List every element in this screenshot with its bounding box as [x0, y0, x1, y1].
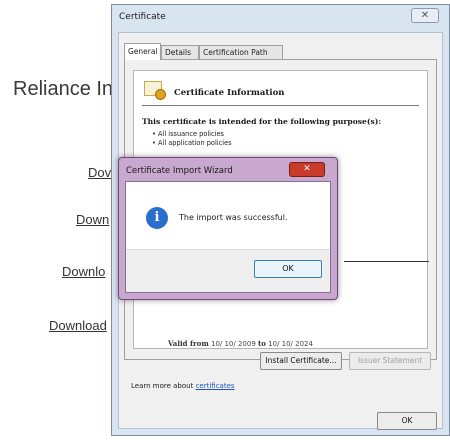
divider [142, 105, 419, 106]
import-wizard-dialog: Certificate Import Wizard ✕ i The import… [118, 157, 338, 300]
info-heading: Certificate Information [174, 88, 285, 98]
purpose-item: • All issuance policies [152, 130, 224, 138]
tab-details[interactable]: Details [161, 45, 199, 59]
learn-more-prefix: Learn more about [131, 382, 196, 390]
certificate-titlebar[interactable]: Certificate ✕ [112, 5, 449, 31]
download-link-4[interactable]: Download [49, 318, 107, 333]
issuer-statement-button[interactable]: Issuer Statement [349, 352, 431, 370]
wizard-ok-button[interactable]: OK [254, 260, 322, 278]
certificate-ok-button[interactable]: OK [377, 412, 437, 430]
wizard-footer: OK [126, 249, 330, 292]
download-link-3[interactable]: Downlo [62, 264, 105, 279]
close-icon[interactable]: ✕ [411, 8, 439, 23]
certificates-link[interactable]: certificates [196, 382, 235, 390]
purpose-heading: This certificate is intended for the fol… [142, 117, 382, 126]
success-message: The import was successful. [179, 213, 288, 222]
page-heading: Reliance In [13, 78, 114, 100]
info-icon: i [146, 207, 168, 229]
wizard-title: Certificate Import Wizard [126, 166, 233, 176]
divider [344, 261, 429, 262]
close-icon[interactable]: ✕ [289, 162, 325, 177]
install-certificate-button[interactable]: Install Certificate... [260, 352, 342, 370]
certificate-icon [144, 81, 166, 100]
tab-general[interactable]: General [124, 43, 161, 60]
tab-certification-path[interactable]: Certification Path [199, 45, 283, 59]
wizard-content: i The import was successful. OK [125, 181, 331, 293]
download-link-2[interactable]: Down [76, 212, 109, 227]
learn-more-text: Learn more about certificates [131, 382, 235, 390]
download-link-1[interactable]: Dov [88, 165, 111, 180]
valid-from-label: Valid from [168, 339, 209, 348]
valid-to-date: 10/ 10/ 2024 [268, 340, 313, 348]
valid-to-label: to [258, 339, 266, 348]
certificate-window-title: Certificate [119, 12, 166, 22]
validity-row: Valid from 10/ 10/ 2009 to 10/ 10/ 2024 [168, 339, 313, 348]
valid-from-date: 10/ 10/ 2009 [210, 340, 256, 348]
purpose-item: • All application policies [152, 139, 232, 147]
